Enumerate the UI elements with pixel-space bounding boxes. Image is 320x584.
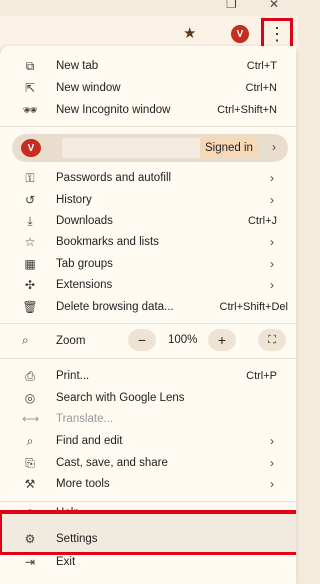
menu-item-google-lens[interactable]: ◎ Search with Google Lens: [0, 387, 296, 409]
toolbox-icon: ⚒: [24, 477, 36, 491]
zoom-icon: ⌕: [22, 333, 29, 347]
menu-label: History: [56, 194, 92, 206]
divider: [0, 323, 296, 324]
tab-groups-icon: ▦: [24, 257, 36, 271]
window-top-strip: ❐ ✕: [0, 0, 298, 16]
chevron-right-icon: ›: [270, 477, 274, 491]
menu-label: Tab groups: [56, 258, 113, 270]
menu-label: Delete browsing data...: [56, 301, 174, 313]
menu-label: Settings: [56, 533, 98, 545]
history-icon: ↺: [24, 193, 36, 207]
menu-label: Passwords and autofill: [56, 172, 172, 184]
new-window-icon: ⇱: [24, 81, 36, 95]
menu-label: Exit: [56, 556, 76, 568]
highlight-box-left: [0, 510, 2, 555]
incognito-icon: 🕶: [22, 103, 38, 117]
menu-item-find-edit[interactable]: ⌕ Find and edit ›: [0, 430, 296, 452]
shortcut: Ctrl+T: [246, 60, 277, 72]
printer-icon: ⎙: [25, 368, 35, 383]
close-window-icon[interactable]: ✕: [269, 0, 279, 11]
menu-label: Search with Google Lens: [56, 392, 185, 404]
chevron-right-icon: ›: [270, 235, 274, 249]
profile-row[interactable]: V Signed in ›: [12, 134, 288, 162]
menu-item-downloads[interactable]: ⤓ Downloads Ctrl+J: [0, 210, 296, 232]
menu-item-new-incognito-window[interactable]: 🕶 New Incognito window Ctrl+Shift+N: [0, 99, 296, 121]
chevron-right-icon: ›: [270, 434, 274, 448]
chrome-menu: ⧉ New tab Ctrl+T ⇱ New window Ctrl+N 🕶 N…: [0, 46, 296, 584]
menu-item-bookmarks-lists[interactable]: ☆ Bookmarks and lists ›: [0, 231, 296, 253]
restore-icon[interactable]: ❐: [226, 0, 237, 11]
lens-icon: ◎: [24, 391, 36, 405]
exit-icon: ⇥: [24, 555, 36, 569]
find-icon: ⌕: [26, 433, 34, 448]
menu-label: More tools: [56, 478, 110, 490]
menu-item-history[interactable]: ↺ History ›: [0, 189, 296, 211]
gear-icon: ⚙: [24, 532, 36, 546]
divider: [0, 126, 296, 127]
vertical-dots-icon: ⋮: [268, 23, 286, 44]
menu-item-new-window[interactable]: ⇱ New window Ctrl+N: [0, 77, 296, 99]
zoom-in-button[interactable]: +: [208, 329, 236, 351]
shortcut: Ctrl+Shift+N: [217, 104, 277, 116]
cast-icon: ⎘: [25, 455, 35, 470]
trash-icon: 🗑: [22, 300, 38, 314]
menu-label: Extensions: [56, 279, 113, 291]
menu-label: Print...: [56, 370, 90, 382]
menu-label: Find and edit: [56, 435, 123, 447]
puzzle-icon: ✣: [24, 278, 36, 292]
menu-item-print[interactable]: ⎙ Print... Ctrl+P: [0, 365, 296, 387]
highlight-box-top: [0, 510, 296, 514]
menu-item-settings[interactable]: ⚙ Settings: [0, 528, 296, 550]
chevron-right-icon: ›: [270, 278, 274, 292]
menu-item-translate: ⟷ Translate...: [0, 408, 296, 430]
zoom-row: ⌕ Zoom − 100% + ⛶: [0, 329, 296, 353]
zoom-out-button[interactable]: −: [128, 329, 156, 351]
menu-item-more-tools[interactable]: ⚒ More tools ›: [0, 473, 296, 495]
zoom-value: 100%: [168, 334, 198, 346]
signed-in-badge: Signed in: [200, 138, 258, 158]
menu-item-delete-browsing-data[interactable]: 🗑 Delete browsing data... Ctrl+Shift+Del: [0, 296, 296, 318]
shortcut: Ctrl+J: [247, 215, 277, 227]
translate-icon: ⟷: [22, 412, 40, 426]
bookmark-star-outline-icon: ☆: [24, 235, 36, 249]
menu-item-new-tab[interactable]: ⧉ New tab Ctrl+T: [0, 55, 296, 77]
profile-avatar: V: [21, 139, 41, 157]
menu-item-extensions[interactable]: ✣ Extensions ›: [0, 274, 296, 296]
menu-label: New tab: [56, 60, 99, 72]
menu-item-tab-groups[interactable]: ▦ Tab groups ›: [0, 253, 296, 275]
chevron-right-icon: ›: [270, 257, 274, 271]
chevron-right-icon: ›: [272, 140, 276, 154]
menu-item-passwords-autofill[interactable]: ⚿ Passwords and autofill ›: [0, 167, 296, 189]
menu-label: Bookmarks and lists: [56, 236, 159, 248]
shortcut: Ctrl+P: [246, 370, 277, 382]
chevron-right-icon: ›: [270, 171, 274, 185]
menu-item-exit[interactable]: ⇥ Exit: [0, 551, 296, 573]
chevron-right-icon: ›: [270, 456, 274, 470]
menu-label: New window: [56, 82, 121, 94]
new-tab-icon: ⧉: [25, 58, 35, 73]
chevron-right-icon: ›: [270, 193, 274, 207]
download-icon: ⤓: [27, 213, 33, 228]
key-icon: ⚿: [25, 170, 35, 185]
fullscreen-icon: ⛶: [268, 333, 276, 346]
profile-avatar-button[interactable]: V: [231, 25, 249, 43]
menu-item-cast-save-share[interactable]: ⎘ Cast, save, and share ›: [0, 452, 296, 474]
address-bar[interactable]: [0, 16, 298, 50]
divider: [0, 501, 296, 502]
bookmark-star-icon[interactable]: ★: [183, 24, 196, 42]
divider: [0, 358, 296, 359]
profile-name-redacted: [62, 138, 200, 158]
menu-label: Cast, save, and share: [56, 457, 168, 469]
shortcut: Ctrl+N: [245, 82, 277, 94]
zoom-label: Zoom: [56, 335, 86, 347]
menu-label: Downloads: [56, 215, 113, 227]
fullscreen-button[interactable]: ⛶: [258, 329, 286, 351]
menu-label: New Incognito window: [56, 104, 171, 116]
shortcut: Ctrl+Shift+Del: [219, 301, 288, 313]
menu-label: Translate...: [56, 413, 114, 425]
